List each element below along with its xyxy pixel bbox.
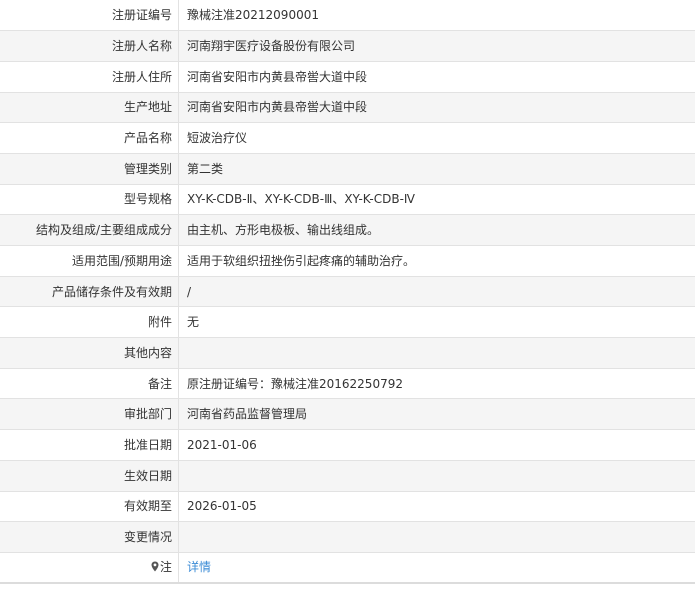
table-row: 管理类别 第二类: [0, 153, 695, 185]
row-value-approval-department: 河南省药品监督管理局: [178, 398, 695, 431]
row-label-remarks: 备注: [0, 368, 179, 400]
table-row: 注 详情: [0, 552, 695, 585]
row-label-note: 注: [0, 552, 179, 585]
row-label-approval-department: 审批部门: [0, 398, 179, 431]
row-value-product-name: 短波治疗仪: [178, 122, 695, 154]
row-value-effective-date: [178, 460, 695, 492]
row-label-valid-until: 有效期至: [0, 491, 179, 523]
note-label-text: 注: [159, 560, 172, 575]
row-value-note: 详情: [178, 552, 695, 585]
table-row: 注册证编号 豫械注准20212090001: [0, 0, 695, 32]
table-row: 生效日期: [0, 460, 695, 492]
table-row: 结构及组成/主要组成成分 由主机、方形电极板、输出线组成。: [0, 214, 695, 246]
row-label-other-content: 其他内容: [0, 337, 179, 369]
table-row: 其他内容: [0, 337, 695, 369]
table-row: 型号规格 XY-K-CDB-Ⅱ、XY-K-CDB-Ⅲ、XY-K-CDB-Ⅳ: [0, 184, 695, 216]
registration-detail-table: 注册证编号 豫械注准20212090001 注册人名称 河南翔宇医疗设备股份有限…: [0, 0, 695, 585]
row-label-intended-use: 适用范围/预期用途: [0, 245, 179, 277]
row-value-attachment: 无: [178, 306, 695, 339]
table-row: 注册人住所 河南省安阳市内黄县帝喾大道中段: [0, 61, 695, 93]
row-label-storage-validity: 产品储存条件及有效期: [0, 276, 179, 308]
table-row: 产品名称 短波治疗仪: [0, 122, 695, 154]
row-label-structure-composition: 结构及组成/主要组成成分: [0, 214, 179, 246]
row-label-registrant-name: 注册人名称: [0, 30, 179, 62]
row-value-registrant-name: 河南翔宇医疗设备股份有限公司: [178, 30, 695, 62]
table-row: 有效期至 2026-01-05: [0, 491, 695, 523]
row-label-attachment: 附件: [0, 306, 179, 339]
row-label-production-address: 生产地址: [0, 92, 179, 124]
table-row: 产品储存条件及有效期 /: [0, 276, 695, 308]
row-value-approval-date: 2021-01-06: [178, 429, 695, 461]
table-row: 适用范围/预期用途 适用于软组织扭挫伤引起疼痛的辅助治疗。: [0, 245, 695, 277]
row-value-registration-number: 豫械注准20212090001: [178, 0, 695, 32]
table-row: 批准日期 2021-01-06: [0, 429, 695, 461]
table-row: 变更情况: [0, 521, 695, 553]
row-value-structure-composition: 由主机、方形电极板、输出线组成。: [178, 214, 695, 246]
row-label-registration-number: 注册证编号: [0, 0, 179, 32]
row-value-other-content: [178, 337, 695, 369]
location-pin-icon: [151, 561, 159, 572]
row-label-registrant-address: 注册人住所: [0, 61, 179, 93]
table-row: 生产地址 河南省安阳市内黄县帝喾大道中段: [0, 92, 695, 124]
table-row: 备注 原注册证编号：豫械注准20162250792: [0, 368, 695, 400]
row-label-effective-date: 生效日期: [0, 460, 179, 492]
row-value-model-spec: XY-K-CDB-Ⅱ、XY-K-CDB-Ⅲ、XY-K-CDB-Ⅳ: [178, 184, 695, 216]
row-value-management-category: 第二类: [178, 153, 695, 185]
row-label-approval-date: 批准日期: [0, 429, 179, 461]
row-value-valid-until: 2026-01-05: [178, 491, 695, 523]
table-row: 注册人名称 河南翔宇医疗设备股份有限公司: [0, 30, 695, 62]
row-value-production-address: 河南省安阳市内黄县帝喾大道中段: [178, 92, 695, 124]
row-value-change-status: [178, 521, 695, 553]
row-label-model-spec: 型号规格: [0, 184, 179, 216]
details-link[interactable]: 详情: [187, 560, 211, 574]
row-value-storage-validity: /: [178, 276, 695, 308]
row-label-change-status: 变更情况: [0, 521, 179, 553]
row-label-management-category: 管理类别: [0, 153, 179, 185]
row-value-registrant-address: 河南省安阳市内黄县帝喾大道中段: [178, 61, 695, 93]
row-value-remarks: 原注册证编号：豫械注准20162250792: [178, 368, 695, 400]
row-value-intended-use: 适用于软组织扭挫伤引起疼痛的辅助治疗。: [178, 245, 695, 277]
table-row: 附件 无: [0, 306, 695, 339]
row-label-product-name: 产品名称: [0, 122, 179, 154]
table-row: 审批部门 河南省药品监督管理局: [0, 398, 695, 431]
